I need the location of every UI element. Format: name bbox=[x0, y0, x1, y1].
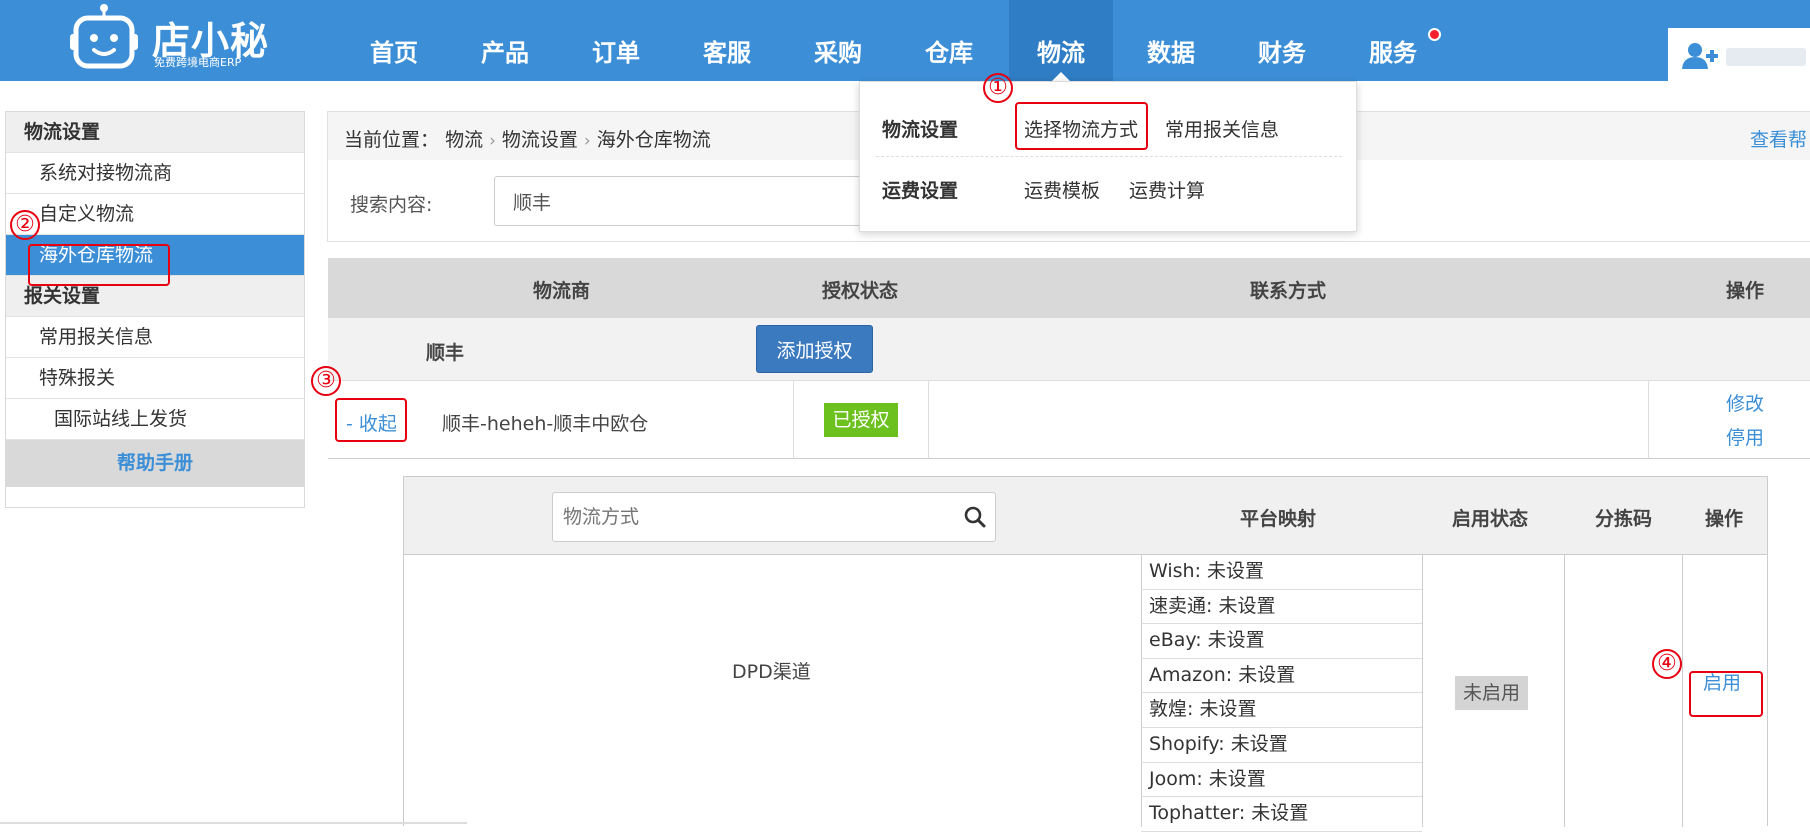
method-table-header: 平台映射 启用状态 分拣码 操作 bbox=[404, 477, 1767, 555]
carrier-table-header: 物流商 授权状态 联系方式 操作 bbox=[328, 258, 1810, 318]
breadcrumb-prefix: 当前位置： bbox=[344, 129, 440, 151]
search-icon[interactable] bbox=[964, 506, 986, 528]
logo[interactable]: 店小秘 免费跨境电商ERP bbox=[70, 4, 270, 74]
edit-link[interactable]: 修改 bbox=[1726, 389, 1764, 416]
mapping-amazon[interactable]: Amazon: 未设置 bbox=[1141, 659, 1422, 694]
sidebar-item-special-customs[interactable]: 特殊报关 bbox=[6, 358, 304, 399]
disable-link[interactable]: 停用 bbox=[1726, 423, 1764, 450]
nav-logistics[interactable]: 物流 bbox=[1009, 0, 1113, 81]
header-sort-code: 分拣码 bbox=[1595, 508, 1653, 530]
notification-dot bbox=[1428, 28, 1441, 41]
mapping-aliexpress[interactable]: 速卖通: 未设置 bbox=[1141, 590, 1422, 625]
nav-warehouse[interactable]: 仓库 bbox=[899, 0, 999, 81]
header-carrier: 物流商 bbox=[533, 280, 591, 302]
nav-customer-service[interactable]: 客服 bbox=[677, 0, 777, 81]
search-input[interactable] bbox=[494, 176, 894, 226]
add-authorization-button[interactable]: 添加授权 bbox=[756, 325, 873, 373]
nav-home[interactable]: 首页 bbox=[344, 0, 444, 81]
header-method-ops: 操作 bbox=[1705, 508, 1744, 530]
carrier-group-row: 顺丰 添加授权 bbox=[328, 318, 1810, 381]
breadcrumb-level2[interactable]: 物流设置 bbox=[502, 129, 578, 151]
help-manual-link[interactable]: 帮助手册 bbox=[6, 440, 304, 487]
divider bbox=[793, 381, 794, 459]
nav-orders[interactable]: 订单 bbox=[566, 0, 666, 81]
authorized-badge: 已授权 bbox=[824, 403, 898, 437]
header-auth-status: 授权状态 bbox=[822, 280, 899, 302]
method-name: DPD渠道 bbox=[732, 661, 811, 683]
mapping-wish[interactable]: Wish: 未设置 bbox=[1141, 555, 1422, 590]
header-enable-status: 启用状态 bbox=[1452, 508, 1529, 530]
annotation-marker-3: ③ bbox=[311, 366, 341, 396]
chevron-right-icon: › bbox=[489, 131, 496, 151]
logo-subtitle: 免费跨境电商ERP bbox=[154, 56, 242, 69]
annotation-marker-4: ④ bbox=[1652, 649, 1682, 679]
scrollbar-track[interactable] bbox=[0, 822, 467, 824]
mapping-dhgate[interactable]: 敦煌: 未设置 bbox=[1141, 693, 1422, 728]
active-caret-icon bbox=[1052, 72, 1070, 81]
annotation-box-1 bbox=[1015, 102, 1148, 150]
nav-purchasing[interactable]: 采购 bbox=[788, 0, 888, 81]
chevron-right-icon: › bbox=[583, 131, 591, 151]
sidebar: 物流设置 系统对接物流商 自定义物流 海外仓库物流 报关设置 常用报关信息 特殊… bbox=[5, 111, 305, 508]
top-navigation-bar: 店小秘 免费跨境电商ERP 首页 产品 订单 客服 采购 仓库 物流 数据 财务… bbox=[0, 0, 1810, 81]
user-menu[interactable] bbox=[1668, 28, 1810, 81]
header-contact: 联系方式 bbox=[1250, 280, 1327, 302]
nav-products[interactable]: 产品 bbox=[455, 0, 555, 81]
menu-item-freight-calc[interactable]: 运费计算 bbox=[1129, 176, 1205, 203]
nav-logistics-label: 物流 bbox=[1037, 39, 1085, 67]
mapping-shopify[interactable]: Shopify: 未设置 bbox=[1141, 728, 1422, 763]
sidebar-item-intl-station[interactable]: 国际站线上发货 bbox=[6, 399, 304, 440]
sidebar-item-custom-logistics[interactable]: 自定义物流 bbox=[6, 194, 304, 235]
sidebar-item-system-carriers[interactable]: 系统对接物流商 bbox=[6, 153, 304, 194]
divider bbox=[876, 156, 1342, 157]
robot-logo-icon bbox=[70, 4, 138, 69]
search-label: 搜索内容: bbox=[350, 194, 433, 216]
method-search-input[interactable] bbox=[552, 492, 996, 542]
menu-item-freight-template[interactable]: 运费模板 bbox=[1024, 176, 1100, 203]
mapping-ebay[interactable]: eBay: 未设置 bbox=[1141, 624, 1422, 659]
sidebar-group-logistics-settings: 物流设置 bbox=[6, 112, 304, 153]
divider bbox=[1648, 381, 1649, 459]
method-row: DPD渠道 Wish: 未设置 速卖通: 未设置 eBay: 未设置 Amazo… bbox=[404, 555, 1767, 832]
menu-item-customs-info[interactable]: 常用报关信息 bbox=[1165, 115, 1279, 142]
status-badge: 未启用 bbox=[1455, 676, 1528, 710]
nav-data[interactable]: 数据 bbox=[1121, 0, 1221, 81]
carrier-account-name: 顺丰-heheh-顺丰中欧仓 bbox=[442, 413, 649, 435]
annotation-box-2 bbox=[28, 244, 170, 286]
mapping-joom[interactable]: Joom: 未设置 bbox=[1141, 763, 1422, 798]
divider bbox=[1564, 555, 1565, 827]
breadcrumb: 当前位置： 物流 › 物流设置 › 海外仓库物流 bbox=[344, 125, 711, 152]
sidebar-item-common-customs[interactable]: 常用报关信息 bbox=[6, 317, 304, 358]
breadcrumb-level3: 海外仓库物流 bbox=[596, 129, 711, 151]
divider bbox=[1422, 555, 1423, 827]
annotation-box-4 bbox=[1689, 671, 1763, 717]
header-platform-mapping: 平台映射 bbox=[1240, 508, 1317, 530]
platform-mapping-list: Wish: 未设置 速卖通: 未设置 eBay: 未设置 Amazon: 未设置… bbox=[1141, 555, 1422, 832]
user-icon bbox=[1682, 43, 1718, 69]
table-row: - 收起 顺丰-heheh-顺丰中欧仓 已授权 修改 停用 bbox=[328, 381, 1810, 459]
username-redacted bbox=[1726, 48, 1806, 66]
nav-finance[interactable]: 财务 bbox=[1232, 0, 1332, 81]
breadcrumb-level1[interactable]: 物流 bbox=[445, 129, 483, 151]
mapping-tophatter[interactable]: Tophatter: 未设置 bbox=[1141, 797, 1422, 832]
view-help-link[interactable]: 查看帮 bbox=[1750, 125, 1807, 152]
nav-services[interactable]: 服务 bbox=[1343, 0, 1443, 81]
annotation-marker-2: ② bbox=[10, 210, 40, 240]
annotation-marker-1: ① bbox=[983, 73, 1013, 103]
header-ops: 操作 bbox=[1726, 280, 1765, 302]
carrier-group-name: 顺丰 bbox=[426, 342, 465, 364]
divider bbox=[928, 381, 929, 459]
dropdown-heading-freight-settings: 运费设置 bbox=[882, 180, 959, 202]
dropdown-heading-logistics-settings: 物流设置 bbox=[882, 119, 959, 141]
shipping-method-table: 平台映射 启用状态 分拣码 操作 DPD渠道 Wish: 未设置 速卖通: 未设… bbox=[403, 476, 1768, 832]
annotation-box-3 bbox=[335, 398, 407, 442]
divider bbox=[1682, 555, 1683, 827]
